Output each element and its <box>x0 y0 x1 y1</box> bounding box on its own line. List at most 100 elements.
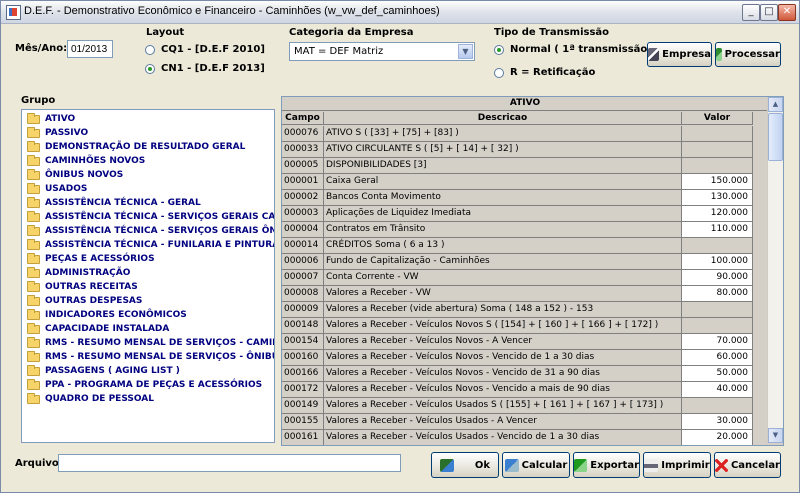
imprimir-button[interactable]: Imprimir <box>643 452 711 478</box>
row-campo-cell: 000009 <box>282 302 324 318</box>
row-descricao-cell: Valores a Receber - Veículos Novos S ( [… <box>324 318 682 334</box>
row-valor-cell[interactable] <box>682 302 753 318</box>
row-valor-cell[interactable]: 70.000 <box>682 334 753 350</box>
tree-item[interactable]: ATIVO <box>27 112 75 126</box>
row-valor-cell[interactable]: 60.000 <box>682 350 753 366</box>
grid-title: ATIVO <box>282 97 768 111</box>
tree-item[interactable]: ASSISTÊNCIA TÉCNICA - GERAL <box>27 196 201 210</box>
minimize-button[interactable]: _ <box>742 4 760 21</box>
column-header-descricao: Descricao <box>324 112 682 125</box>
tree-item[interactable]: RMS - RESUMO MENSAL DE SERVIÇOS - ÔNIBUS <box>27 350 274 364</box>
tree-item[interactable]: INDICADORES ECONÔMICOS <box>27 308 187 322</box>
row-valor-cell[interactable] <box>682 318 753 334</box>
tree-item[interactable]: PASSAGENS ( AGING LIST ) <box>27 364 180 378</box>
app-icon <box>6 5 21 20</box>
layout-radio-cn1[interactable] <box>145 64 155 74</box>
row-descricao-cell: Fundo de Capitalização - Caminhões <box>324 254 682 270</box>
tree-item-label: PPA - PROGRAMA DE PEÇAS E ACESSÓRIOS <box>45 380 263 390</box>
period-input[interactable] <box>67 40 113 58</box>
row-valor-cell[interactable]: 30.000 <box>682 414 753 430</box>
tree-item-label: ADMINISTRAÇÃO <box>45 268 131 278</box>
row-campo-cell: 000014 <box>282 238 324 254</box>
row-valor-cell[interactable]: 120.000 <box>682 206 753 222</box>
cancelar-button[interactable]: Cancelar <box>714 452 781 478</box>
category-dropdown[interactable]: MAT = DEF Matriz ▼ <box>289 42 475 61</box>
row-valor-cell[interactable]: 110.000 <box>682 222 753 238</box>
tree-item[interactable]: OUTRAS DESPESAS <box>27 294 142 308</box>
row-descricao-cell: Contratos em Trânsito <box>324 222 682 238</box>
group-label: Grupo <box>21 95 56 106</box>
tree-item-label: ASSISTÊNCIA TÉCNICA - SERVIÇOS GERAIS CA… <box>45 212 275 222</box>
layout-option-cq1[interactable]: CQ1 - [D.E.F 2010] <box>161 44 265 55</box>
row-campo-cell: 000161 <box>282 430 324 445</box>
maximize-button[interactable]: □ <box>760 4 778 21</box>
tree-item[interactable]: PASSIVO <box>27 126 88 140</box>
process-icon <box>716 48 722 61</box>
row-valor-cell[interactable]: 20.000 <box>682 430 753 445</box>
exportar-button[interactable]: Exportar <box>573 452 640 478</box>
row-valor-cell[interactable] <box>682 126 753 142</box>
arquivo-input[interactable] <box>58 454 401 472</box>
row-valor-cell[interactable]: 90.000 <box>682 270 753 286</box>
row-campo-cell: 000001 <box>282 174 324 190</box>
grid-scrollbar[interactable]: ▲ ▼ <box>767 97 783 443</box>
tree-item[interactable]: CAMINHÕES NOVOS <box>27 154 145 168</box>
row-valor-cell[interactable] <box>682 158 753 174</box>
folder-icon <box>27 392 40 404</box>
row-descricao-cell: ATIVO CIRCULANTE S ( [5] + [ 14] + [ 32]… <box>324 142 682 158</box>
row-descricao-cell: Valores a Receber - Veículos Novos - A V… <box>324 334 682 350</box>
close-button[interactable]: ✕ <box>778 4 796 21</box>
tree-item-label: ASSISTÊNCIA TÉCNICA - SERVIÇOS GERAIS ÔN… <box>45 226 275 236</box>
tree-item[interactable]: RMS - RESUMO MENSAL DE SERVIÇOS - CAMINH… <box>27 336 274 350</box>
row-descricao-cell: ATIVO S ( [33] + [75] + [83] ) <box>324 126 682 142</box>
scroll-down-icon[interactable]: ▼ <box>768 428 783 443</box>
folder-icon <box>27 350 40 362</box>
transmission-option-retificacao[interactable]: R = Retificação <box>510 67 595 78</box>
transmission-radio-retificacao[interactable] <box>494 68 504 78</box>
empresa-button[interactable]: Empresa <box>647 42 712 67</box>
tree-item[interactable]: ASSISTÊNCIA TÉCNICA - SERVIÇOS GERAIS CA… <box>27 210 275 224</box>
row-valor-cell[interactable] <box>682 142 753 158</box>
row-valor-cell[interactable] <box>682 238 753 254</box>
row-campo-cell: 000006 <box>282 254 324 270</box>
tree-item[interactable]: USADOS <box>27 182 87 196</box>
transmission-radio-normal[interactable] <box>494 45 504 55</box>
scroll-thumb[interactable] <box>768 113 783 161</box>
row-valor-cell[interactable]: 150.000 <box>682 174 753 190</box>
tree-item[interactable]: QUADRO DE PESSOAL <box>27 392 154 406</box>
tree-item[interactable]: DEMONSTRAÇÃO DE RESULTADO GERAL <box>27 140 245 154</box>
tree-item[interactable]: PEÇAS E ACESSÓRIOS <box>27 252 155 266</box>
processar-button[interactable]: Processar <box>715 42 781 67</box>
row-valor-cell[interactable]: 40.000 <box>682 382 753 398</box>
tree-item[interactable]: CAPACIDADE INSTALADA <box>27 322 169 336</box>
tree-item-label: OUTRAS DESPESAS <box>45 296 143 306</box>
scroll-up-icon[interactable]: ▲ <box>768 97 783 112</box>
chevron-down-icon[interactable]: ▼ <box>458 44 473 59</box>
folder-icon <box>27 252 40 264</box>
row-valor-cell[interactable] <box>682 398 753 414</box>
tree-item[interactable]: ASSISTÊNCIA TÉCNICA - SERVIÇOS GERAIS ÔN… <box>27 224 275 238</box>
empresa-button-label: Empresa <box>662 49 711 60</box>
ativo-grid[interactable]: ATIVO Campo Descricao Valor 000076 ATIVO … <box>281 96 784 446</box>
row-valor-cell[interactable]: 130.000 <box>682 190 753 206</box>
layout-option-cn1[interactable]: CN1 - [D.E.F 2013] <box>161 63 265 74</box>
tree-item[interactable]: OUTRAS RECEITAS <box>27 280 138 294</box>
tree-item-label: QUADRO DE PESSOAL <box>45 394 154 404</box>
row-campo-cell: 000007 <box>282 270 324 286</box>
tree-item[interactable]: ADMINISTRAÇÃO <box>27 266 130 280</box>
calcular-button[interactable]: Calcular <box>502 452 570 478</box>
tree-item[interactable]: PPA - PROGRAMA DE PEÇAS E ACESSÓRIOS <box>27 378 262 392</box>
row-valor-cell[interactable]: 50.000 <box>682 366 753 382</box>
layout-radio-cq1[interactable] <box>145 45 155 55</box>
tree-item-label: CAPACIDADE INSTALADA <box>45 324 170 334</box>
tree-item[interactable]: ÔNIBUS NOVOS <box>27 168 123 182</box>
transmission-option-normal[interactable]: Normal ( 1ª transmissão) <box>510 44 652 55</box>
row-valor-cell[interactable]: 80.000 <box>682 286 753 302</box>
ok-button[interactable]: Ok <box>431 452 499 478</box>
tree-item[interactable]: ASSISTÊNCIA TÉCNICA - FUNILARIA E PINTUR… <box>27 238 274 252</box>
title-bar[interactable]: D.E.F. - Demonstrativo Econômico e Finan… <box>1 1 799 24</box>
row-descricao-cell: Conta Corrente - VW <box>324 270 682 286</box>
row-valor-cell[interactable]: 100.000 <box>682 254 753 270</box>
group-tree[interactable]: ATIVO PASSIVO DEMONSTRAÇÃO DE RESULTADO … <box>21 109 275 443</box>
row-descricao-cell: Valores a Receber (vide abertura) Soma (… <box>324 302 682 318</box>
